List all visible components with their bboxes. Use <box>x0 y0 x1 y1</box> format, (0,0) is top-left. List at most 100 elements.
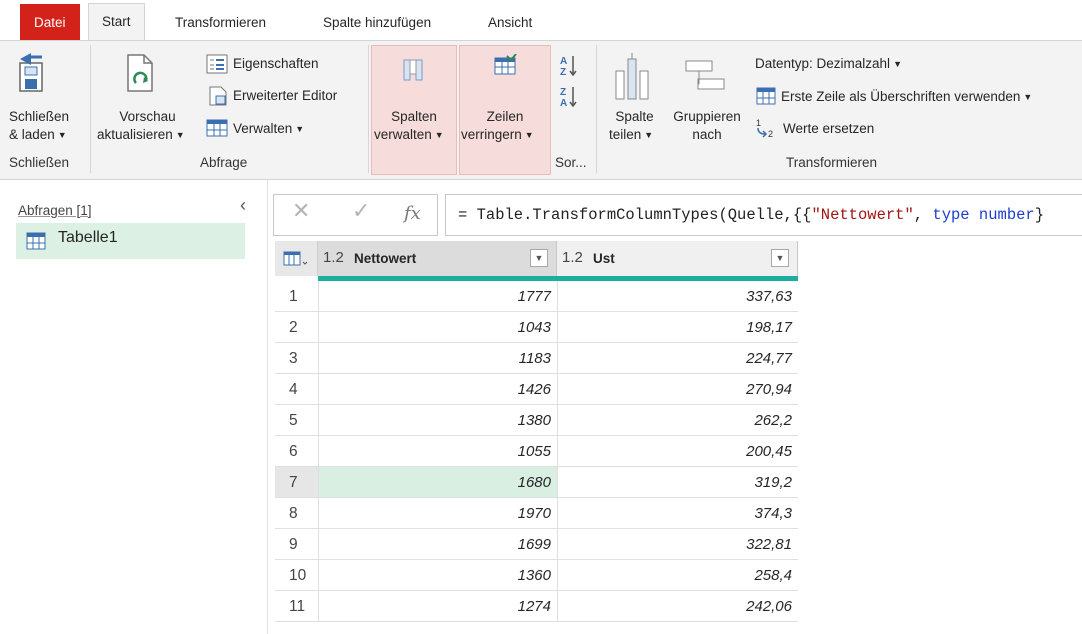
column-header-nettowert[interactable]: 1.2 Nettowert ▼ <box>318 241 557 276</box>
chevron-down-icon: ▼ <box>57 130 67 140</box>
table-row[interactable]: 3 1183 224,77 <box>275 343 798 374</box>
tab-file[interactable]: Datei <box>20 4 80 41</box>
column-type-label[interactable]: 1.2 <box>562 249 583 266</box>
query-item-label: Tabelle1 <box>58 229 118 246</box>
chevron-down-icon: ▼ <box>893 59 902 69</box>
refresh-line2: aktualisieren ▼ <box>97 126 185 144</box>
query-item-tabelle1[interactable] <box>16 223 245 259</box>
sort-descending-icon[interactable]: Z A <box>560 85 578 107</box>
tab-transform[interactable]: Transformieren <box>162 6 279 41</box>
formula-keyword: type number <box>932 206 1035 224</box>
fx-icon[interactable]: fx <box>404 203 421 224</box>
table-menu-button[interactable] <box>275 241 318 276</box>
group-by-line2: nach <box>692 127 722 142</box>
table-row[interactable]: 11 1274 242,06 <box>275 591 798 622</box>
data-type-dropdown[interactable]: Datentyp: Dezimalzahl ▼ <box>755 55 902 73</box>
svg-text:1: 1 <box>756 118 761 128</box>
cell-nettowert[interactable]: 1274 <box>318 591 557 622</box>
table-row[interactable]: 9 1699 322,81 <box>275 529 798 560</box>
row-number[interactable]: 2 <box>275 312 318 343</box>
manage-line: Verwalten ▼ <box>233 120 304 138</box>
row-number[interactable]: 3 <box>275 343 318 374</box>
cell-ust[interactable]: 198,17 <box>557 312 798 343</box>
table-row[interactable]: 7 1680 319,2 <box>275 467 798 498</box>
advanced-editor-icon <box>209 86 227 106</box>
chevron-down-icon: ▼ <box>295 124 305 134</box>
cancel-icon[interactable]: ✕ <box>292 198 310 224</box>
row-number[interactable]: 8 <box>275 498 318 529</box>
cell-nettowert[interactable]: 1970 <box>318 498 557 529</box>
table-row[interactable]: 2 1043 198,17 <box>275 312 798 343</box>
group-transform-label: Transformieren <box>786 155 878 170</box>
row-number[interactable]: 1 <box>275 281 318 312</box>
cell-nettowert[interactable]: 1426 <box>318 374 557 405</box>
column-name-label: Nettowert <box>354 251 417 266</box>
table-row[interactable]: 6 1055 200,45 <box>275 436 798 467</box>
refresh-label: aktualisieren <box>97 127 173 142</box>
tab-start[interactable]: Start <box>88 3 145 41</box>
cell-ust[interactable]: 337,63 <box>557 281 798 312</box>
cell-ust[interactable]: 374,3 <box>557 498 798 529</box>
filter-dropdown-icon[interactable]: ▼ <box>530 249 548 267</box>
table-row[interactable]: 8 1970 374,3 <box>275 498 798 529</box>
cell-ust[interactable]: 322,81 <box>557 529 798 560</box>
group-sort-label: Sor... <box>555 155 587 170</box>
rows-icon <box>494 54 517 75</box>
filter-dropdown-icon[interactable]: ▼ <box>771 249 789 267</box>
manage-columns-label: verwalten <box>374 127 432 142</box>
cell-ust[interactable]: 200,45 <box>557 436 798 467</box>
row-number[interactable]: 4 <box>275 374 318 405</box>
ribbon: Schließen & laden ▼ Schließen Vorschau ak… <box>0 40 1082 180</box>
tab-view[interactable]: Ansicht <box>475 6 545 41</box>
row-number[interactable]: 6 <box>275 436 318 467</box>
svg-text:Z: Z <box>560 67 566 76</box>
cell-nettowert[interactable]: 1043 <box>318 312 557 343</box>
queries-panel-title: Abfragen [1] <box>18 203 92 218</box>
cell-nettowert[interactable]: 1777 <box>318 281 557 312</box>
chevron-down-icon: ▼ <box>434 130 444 140</box>
panel-splitter[interactable] <box>267 180 268 634</box>
cell-ust[interactable]: 319,2 <box>557 467 798 498</box>
table-row[interactable]: 1 1777 337,63 <box>275 281 798 312</box>
formula-mid: , <box>913 206 933 224</box>
cell-nettowert[interactable]: 1699 <box>318 529 557 560</box>
table-row[interactable]: 10 1360 258,4 <box>275 560 798 591</box>
cell-nettowert[interactable]: 1380 <box>318 405 557 436</box>
cell-nettowert[interactable]: 1055 <box>318 436 557 467</box>
confirm-icon[interactable]: ✓ <box>352 198 370 224</box>
cell-nettowert[interactable]: 1183 <box>318 343 557 374</box>
table-row[interactable]: 4 1426 270,94 <box>275 374 798 405</box>
cell-ust[interactable]: 258,4 <box>557 560 798 591</box>
cell-ust[interactable]: 242,06 <box>557 591 798 622</box>
table-row[interactable]: 5 1380 262,2 <box>275 405 798 436</box>
split-column-line2: teilen ▼ <box>609 126 653 144</box>
tab-add-column[interactable]: Spalte hinzufügen <box>310 6 444 41</box>
first-row-headers-label: Erste Zeile als Überschriften verwenden <box>781 89 1021 104</box>
column-type-label[interactable]: 1.2 <box>323 249 344 266</box>
table-icon <box>26 232 46 250</box>
formula-string: "Nettowert" <box>811 206 914 224</box>
reduce-rows-line2: verringern ▼ <box>461 126 534 144</box>
collapse-panel-icon[interactable]: ‹ <box>240 195 246 216</box>
column-header-ust[interactable]: 1.2 Ust ▼ <box>557 241 798 276</box>
row-number[interactable]: 7 <box>275 467 318 498</box>
data-type-label: Datentyp: Dezimalzahl <box>755 56 891 71</box>
formula-input[interactable]: = Table.TransformColumnTypes(Quelle,{{"N… <box>445 194 1082 236</box>
cell-nettowert[interactable]: 1360 <box>318 560 557 591</box>
cell-ust[interactable]: 262,2 <box>557 405 798 436</box>
cell-nettowert[interactable]: 1680 <box>318 467 557 498</box>
svg-text:Z: Z <box>560 87 566 98</box>
sort-ascending-icon[interactable]: A Z <box>560 54 578 76</box>
cell-ust[interactable]: 270,94 <box>557 374 798 405</box>
row-number[interactable]: 10 <box>275 560 318 591</box>
group-query-label: Abfrage <box>200 155 248 170</box>
close-load-line2: & laden ▼ <box>9 126 67 144</box>
row-number[interactable]: 11 <box>275 591 318 622</box>
replace-values-label: Werte ersetzen <box>783 121 875 136</box>
advanced-editor-label: Erweiterter Editor <box>233 88 338 103</box>
row-number[interactable]: 5 <box>275 405 318 436</box>
chevron-down-icon: ▼ <box>1023 92 1033 102</box>
cell-ust[interactable]: 224,77 <box>557 343 798 374</box>
row-number[interactable]: 9 <box>275 529 318 560</box>
split-column-icon <box>615 53 649 100</box>
